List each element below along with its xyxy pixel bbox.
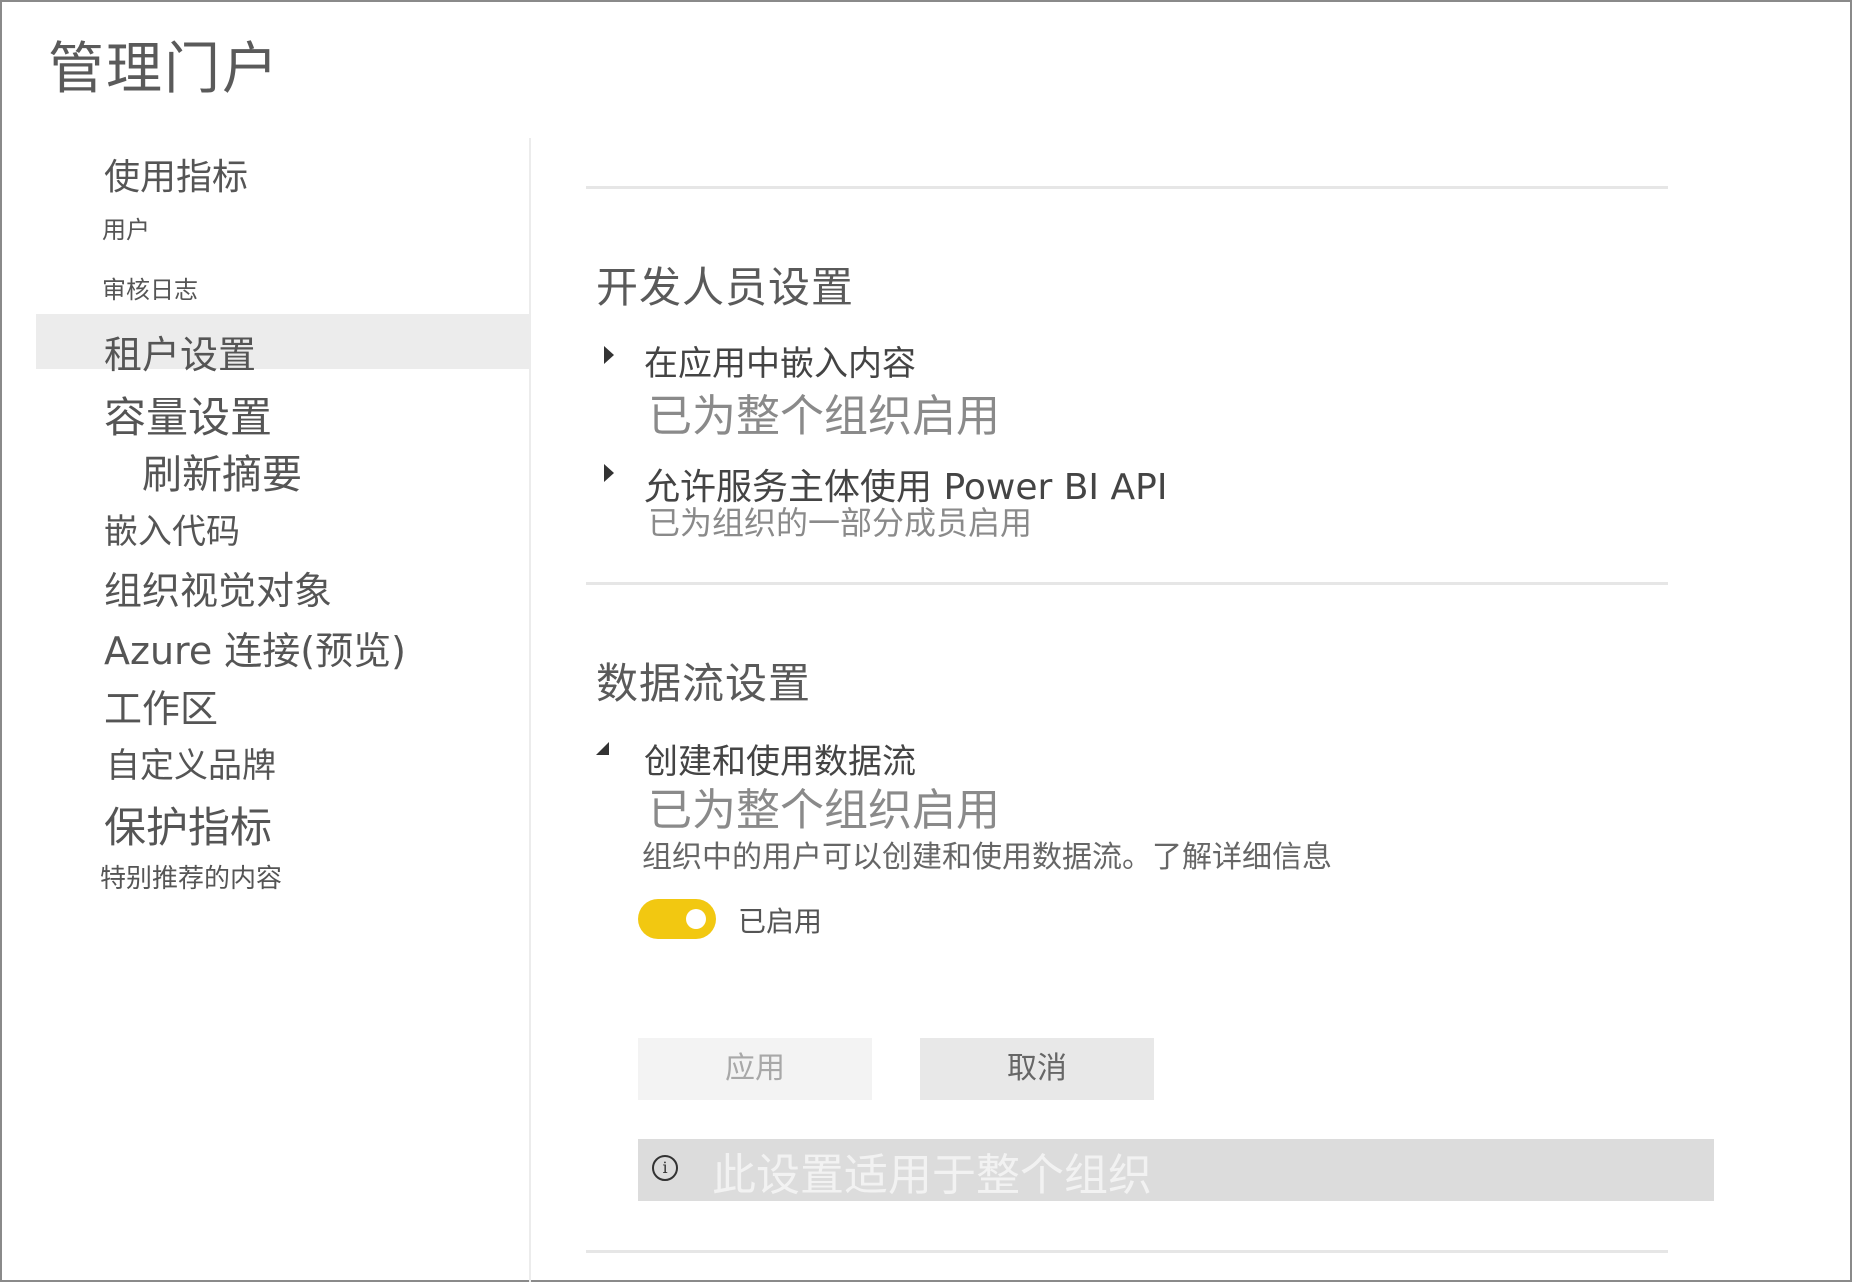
toggle-knob [686, 909, 706, 929]
setting-status: 已为整个组织启用 [648, 785, 1000, 836]
description-text: 组织中的用户可以创建和使用数据流。 [642, 840, 1152, 875]
sidebar-item-usage-metrics[interactable]: 使用指标 [104, 148, 248, 200]
setting-status: 已为组织的一部分成员启用 [648, 504, 1033, 542]
setting-description: 组织中的用户可以创建和使用数据流。了解详细信息 [642, 832, 1332, 876]
cancel-button[interactable]: 取消 [920, 1038, 1154, 1100]
section-title-dataflow-settings: 数据流设置 [596, 659, 812, 708]
info-text: 此设置适用于整个组织 [712, 1150, 1152, 1201]
sidebar-item-tenant-settings[interactable]: 租户设置 [104, 324, 256, 379]
toggle-label: 已启用 [738, 905, 823, 938]
sidebar-item-organizational-visuals[interactable]: 组织视觉对象 [104, 560, 332, 615]
sidebar: 使用指标 用户 审核日志 租户设置 容量设置 刷新摘要 嵌入代码 组织视觉对象 … [0, 0, 530, 1282]
sidebar-item-capacity-settings[interactable]: 容量设置 [104, 384, 272, 445]
learn-more-link[interactable]: 了解详细信息 [1152, 840, 1332, 875]
section-title-developer-settings: 开发人员设置 [596, 263, 855, 312]
setting-status: 已为整个组织启用 [648, 391, 1000, 442]
sidebar-item-custom-branding[interactable]: 自定义品牌 [106, 738, 276, 787]
sidebar-item-audit-logs[interactable]: 审核日志 [102, 270, 198, 305]
sidebar-item-workspaces[interactable]: 工作区 [104, 678, 218, 733]
sidebar-item-azure-connections[interactable]: Azure 连接(预览) [104, 620, 406, 675]
apply-button[interactable]: 应用 [638, 1038, 872, 1100]
collapse-arrow-icon[interactable] [596, 742, 609, 755]
info-circle-icon: i [652, 1155, 678, 1181]
sidebar-item-embed-codes[interactable]: 嵌入代码 [104, 504, 240, 553]
sidebar-item-refresh-summary[interactable]: 刷新摘要 [142, 442, 302, 500]
divider [586, 582, 1668, 585]
sidebar-item-featured-content[interactable]: 特别推荐的内容 [100, 858, 282, 895]
sidebar-item-users[interactable]: 用户 [102, 210, 150, 245]
info-bar: i 此设置适用于整个组织 [638, 1139, 1714, 1201]
setting-title-embed-content[interactable]: 在应用中嵌入内容 [644, 336, 916, 385]
divider [586, 1250, 1668, 1253]
divider [586, 186, 1668, 189]
sidebar-item-protection-metrics[interactable]: 保护指标 [104, 794, 272, 855]
enabled-toggle[interactable] [638, 899, 716, 939]
expand-arrow-icon[interactable] [604, 346, 614, 364]
expand-arrow-icon[interactable] [604, 464, 614, 482]
